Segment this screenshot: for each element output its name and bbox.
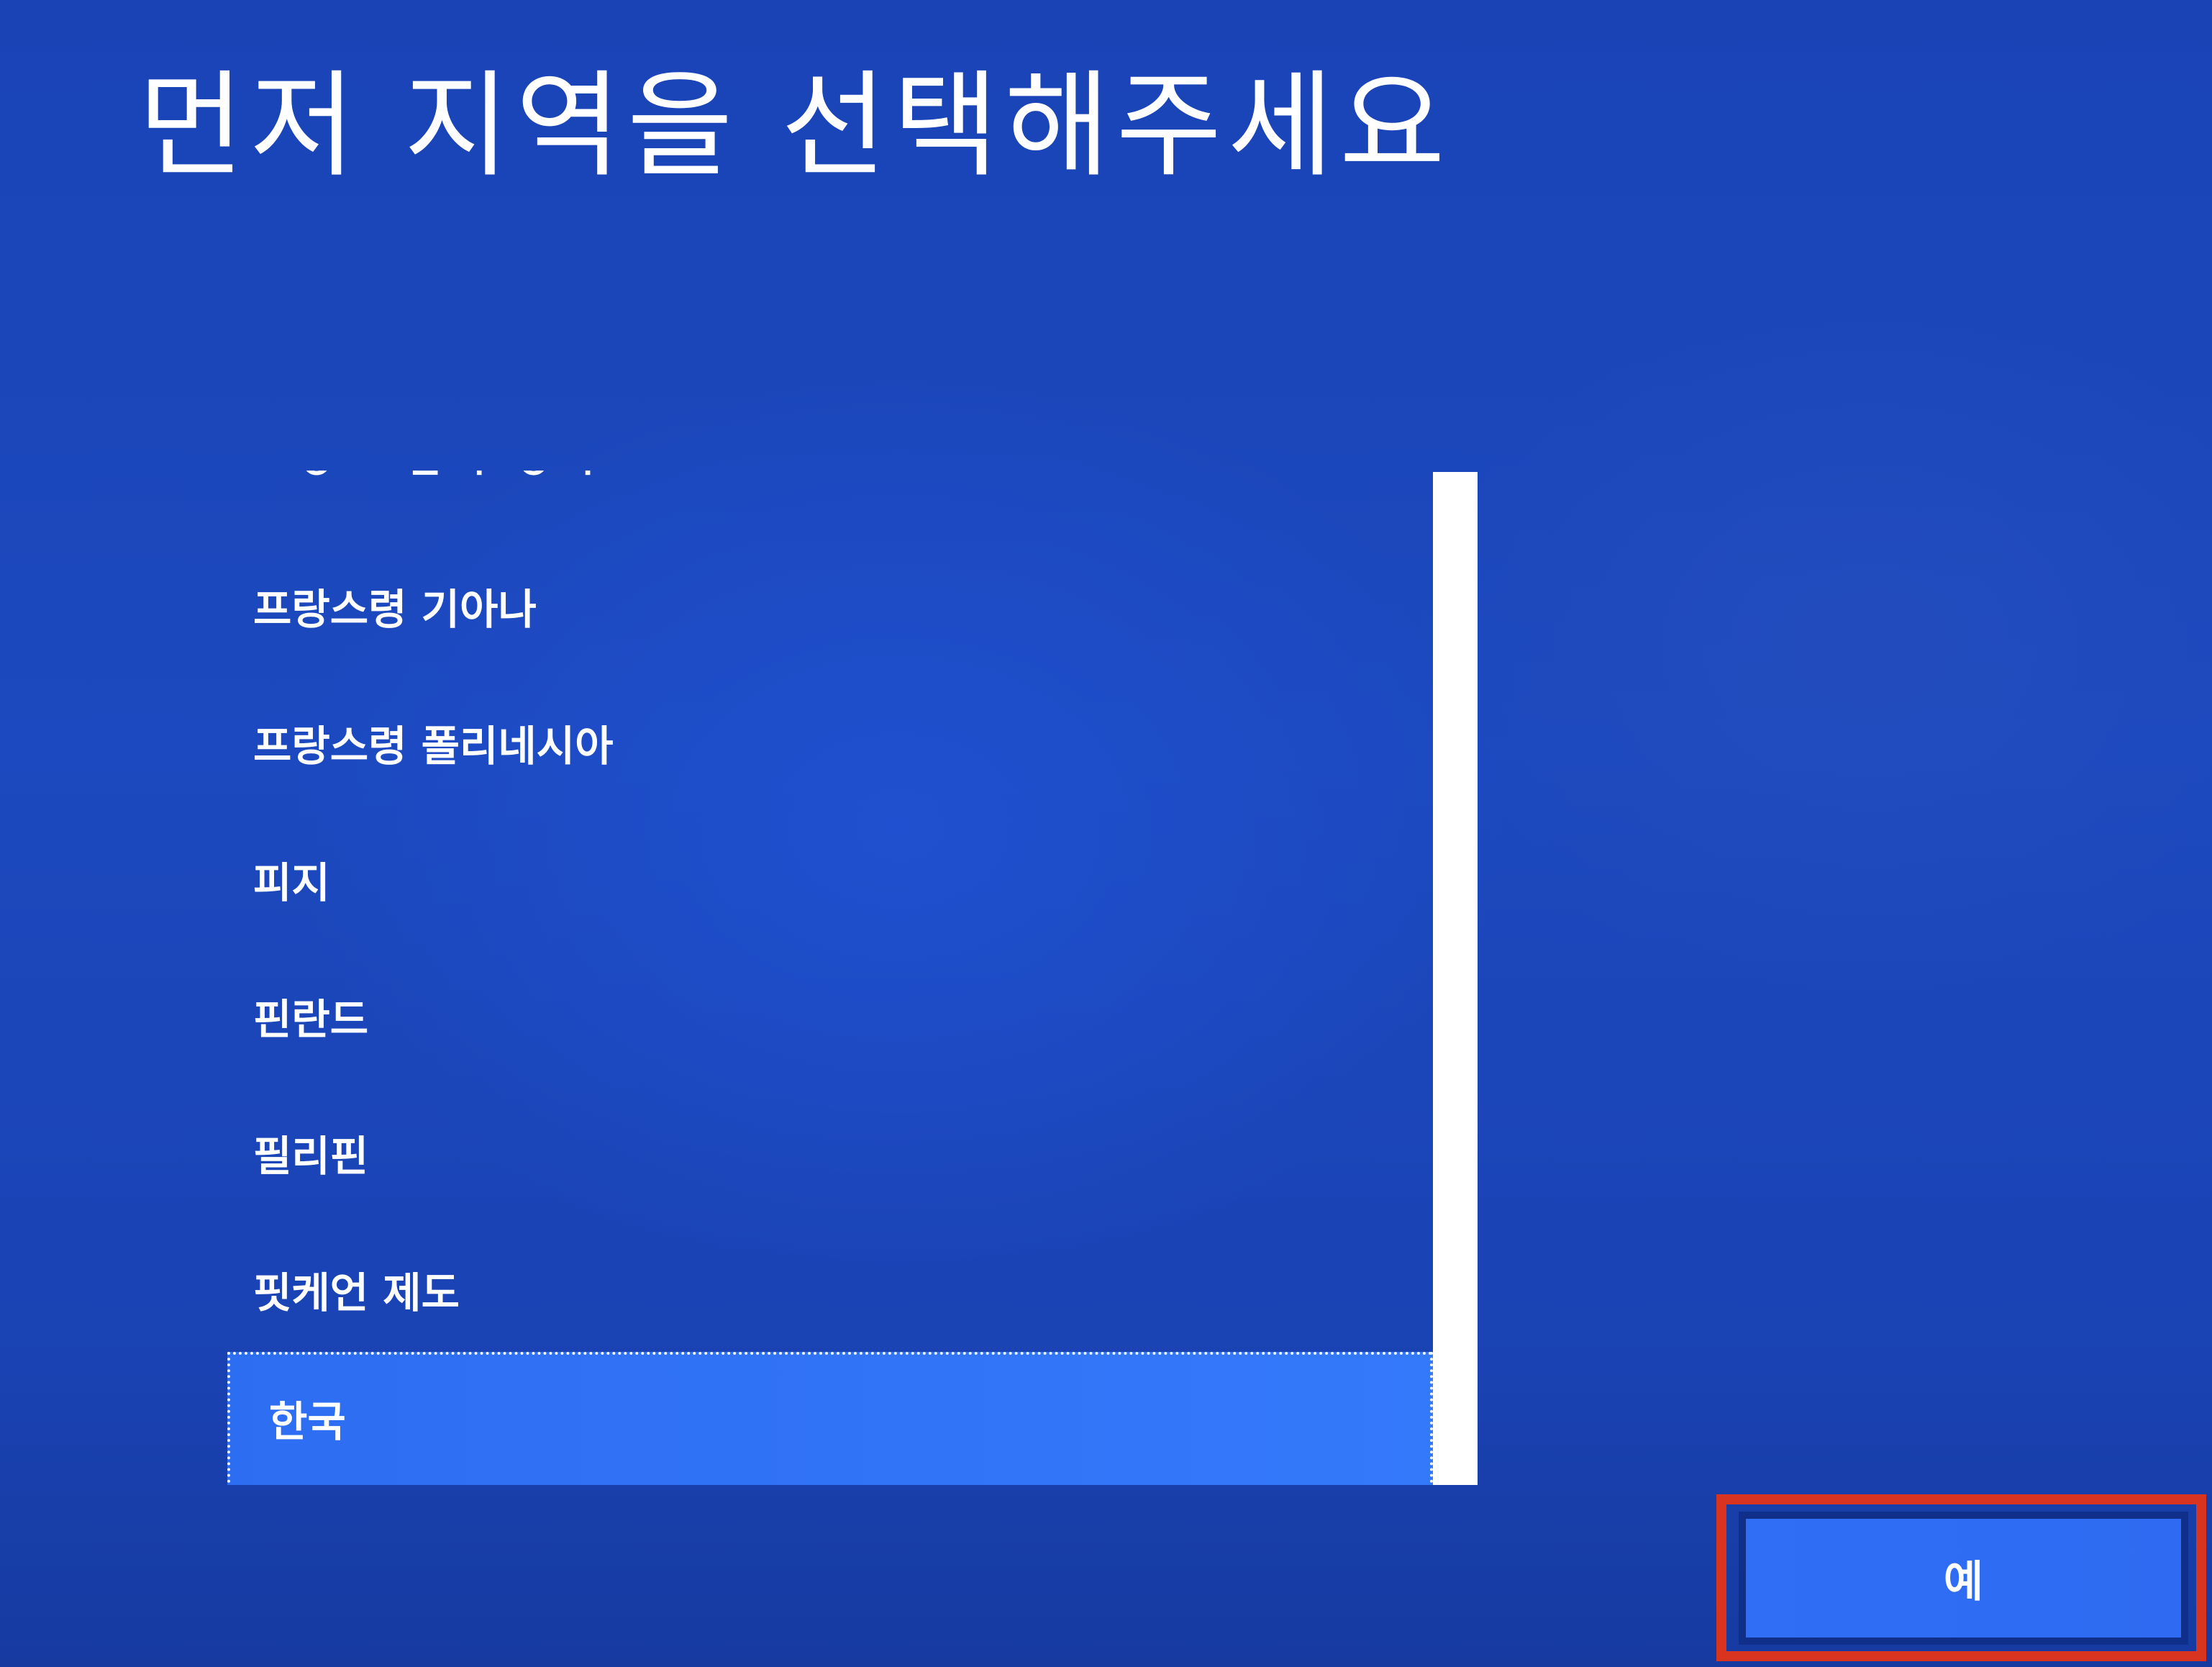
region-item-label: 프랑스령 폴리네시아 <box>253 722 614 771</box>
region-item-philippines[interactable]: 필리핀 <box>227 1089 1433 1226</box>
region-item-label: 피지 <box>253 858 330 907</box>
region-item-fiji[interactable]: 피지 <box>227 816 1433 953</box>
region-item-label: 핀란드 <box>253 995 369 1044</box>
list-scrollbar[interactable] <box>1433 472 1478 1485</box>
region-list[interactable]: ㅡㅇㅡ ㅁㄱ ㅇㄱ 프랑스령 기아나 프랑스령 폴리네시아 피지 핀란드 필리핀… <box>227 471 1478 1485</box>
region-item-label: 프랑스령 기아나 <box>253 585 537 634</box>
region-item-partial[interactable]: ㅡㅇㅡ ㅁㄱ ㅇㄱ <box>227 471 1433 542</box>
scrollbar-thumb[interactable] <box>1433 472 1478 1485</box>
region-item-french-polynesia[interactable]: 프랑스령 폴리네시아 <box>227 679 1433 816</box>
region-item-korea-selected[interactable]: 한국 <box>227 1352 1433 1485</box>
region-item-label: 필리핀 <box>253 1132 369 1181</box>
page-title: 먼저 지역을 선택해주세요 <box>138 58 1451 193</box>
region-item-finland[interactable]: 핀란드 <box>227 953 1433 1089</box>
region-item-label: 핏케언 제도 <box>253 1268 460 1317</box>
region-item-pitcairn-islands[interactable]: 핏케언 제도 <box>227 1226 1433 1363</box>
region-item-label: ㅡㅇㅡ ㅁㄱ ㅇㄱ <box>253 471 603 486</box>
region-item-french-guiana[interactable]: 프랑스령 기아나 <box>227 542 1433 679</box>
yes-button[interactable]: 예 <box>1739 1512 2188 1645</box>
region-item-label: 한국 <box>269 1397 346 1446</box>
